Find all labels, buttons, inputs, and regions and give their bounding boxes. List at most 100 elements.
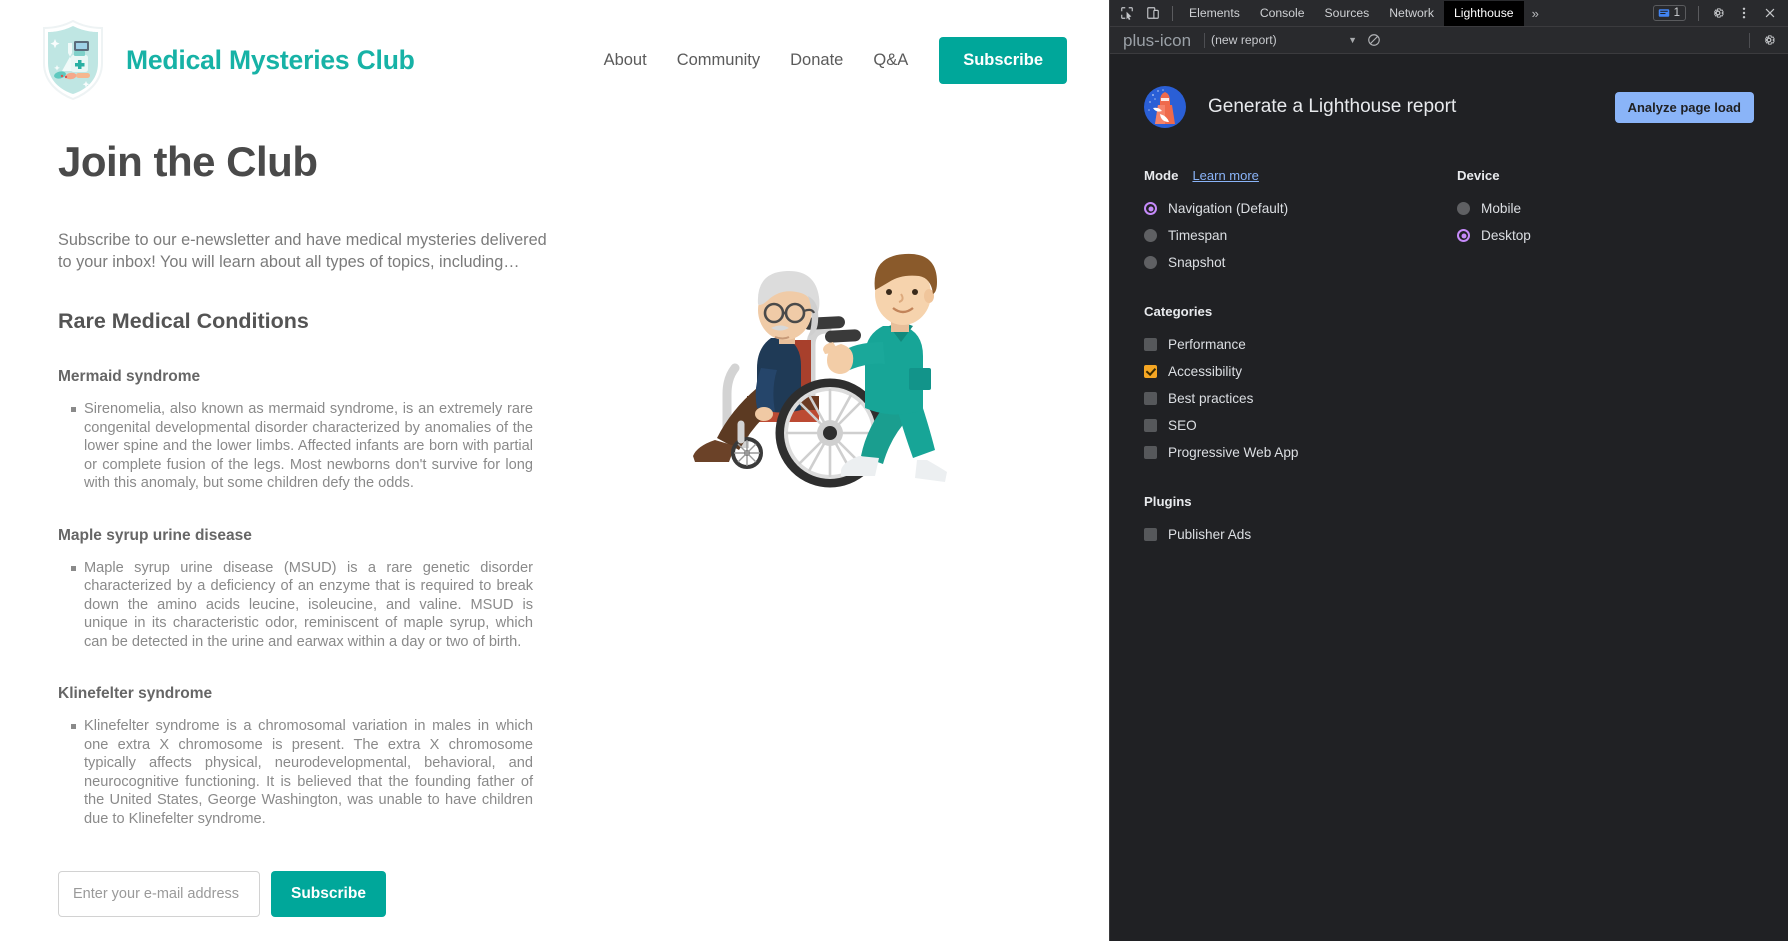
category-label: Best practices <box>1168 391 1254 406</box>
checkbox-icon[interactable] <box>1144 365 1157 378</box>
nurse-pushing-elderly-man-in-wheelchair-illustration <box>675 218 975 488</box>
categories-group: Categories Performance Accessibility Bes… <box>1144 304 1754 466</box>
subbar-divider-2 <box>1749 32 1750 48</box>
condition-title-2: Klinefelter syndrome <box>58 685 213 703</box>
clear-all-icon[interactable] <box>1359 33 1389 47</box>
categories-header: Categories <box>1144 304 1754 319</box>
email-input[interactable] <box>58 870 260 917</box>
category-label: SEO <box>1168 418 1197 433</box>
device-column: Device Mobile Desktop <box>1457 168 1754 276</box>
nav-link-community[interactable]: Community <box>662 51 775 70</box>
mode-option-label: Navigation (Default) <box>1168 201 1289 216</box>
kebab-menu-icon[interactable] <box>1731 1 1757 26</box>
page-title: Join the Club <box>58 138 318 185</box>
section-title: Rare Medical Conditions <box>58 309 309 333</box>
device-option-mobile[interactable]: Mobile <box>1457 195 1754 222</box>
list-item: Klinefelter syndrome is a chromosomal va… <box>71 717 533 828</box>
chevron-down-icon: ▼ <box>1348 35 1358 45</box>
category-label: Accessibility <box>1168 364 1243 379</box>
mode-option-label: Timespan <box>1168 228 1228 243</box>
list-item: Sirenomelia, also known as mermaid syndr… <box>71 400 533 493</box>
condition-list-1: Maple syrup urine disease (MSUD) is a ra… <box>58 559 578 652</box>
device-label: Device <box>1457 168 1500 183</box>
checkbox-icon[interactable] <box>1144 446 1157 459</box>
newsletter-form: Subscribe <box>58 870 578 917</box>
device-group-header: Device <box>1457 168 1754 183</box>
tab-sources[interactable]: Sources <box>1315 1 1380 26</box>
devtools-toolbar-right: 1 <box>1652 1 1788 26</box>
condition-title-0: Mermaid syndrome <box>58 368 201 385</box>
plus-icon[interactable]: plus-icon <box>1116 32 1198 49</box>
header-subscribe-button[interactable]: Subscribe <box>939 36 1067 84</box>
device-toolbar-icon[interactable] <box>1140 1 1166 26</box>
nav-link-donate[interactable]: Donate <box>775 51 858 70</box>
issues-counter-icon[interactable]: 1 <box>1652 5 1686 21</box>
mode-option-snapshot[interactable]: Snapshot <box>1144 249 1457 276</box>
more-tabs-icon[interactable]: » <box>1524 6 1547 21</box>
condition-list-0: Sirenomelia, also known as mermaid syndr… <box>58 400 578 493</box>
condition-list-2: Klinefelter syndrome is a chromosomal va… <box>58 717 578 828</box>
plugin-publisher-ads[interactable]: Publisher Ads <box>1144 521 1754 548</box>
lighthouse-start-view: Generate a Lighthouse report Analyze pag… <box>1110 54 1788 941</box>
web-page: Medical Mysteries Club About Community D… <box>0 0 1109 941</box>
site-header: Medical Mysteries Club About Community D… <box>0 0 1109 108</box>
main-navigation: About Community Donate Q&A Subscribe <box>589 36 1081 84</box>
tab-console[interactable]: Console <box>1250 1 1315 26</box>
nav-link-about[interactable]: About <box>589 51 662 70</box>
checkbox-icon[interactable] <box>1144 419 1157 432</box>
gear-icon[interactable] <box>1705 1 1731 26</box>
category-label: Performance <box>1168 337 1246 352</box>
report-select[interactable]: (new report) ▼ <box>1211 33 1359 47</box>
radio-icon[interactable] <box>1144 256 1157 269</box>
mode-option-timespan[interactable]: Timespan <box>1144 222 1457 249</box>
category-label: Progressive Web App <box>1168 445 1299 460</box>
radio-icon[interactable] <box>1457 229 1470 242</box>
learn-more-link[interactable]: Learn more <box>1192 168 1258 183</box>
illustration-column <box>578 108 1071 941</box>
medical-shield-logo <box>38 19 108 101</box>
intro-paragraph: Subscribe to our e-newsletter and have m… <box>58 231 547 271</box>
tab-network[interactable]: Network <box>1379 1 1444 26</box>
list-item: Maple syrup urine disease (MSUD) is a ra… <box>71 559 533 652</box>
condition-title-1: Maple syrup urine disease <box>58 526 252 544</box>
category-accessibility[interactable]: Accessibility <box>1144 358 1754 385</box>
lighthouse-options: Mode Learn more Navigation (Default) Tim… <box>1144 168 1754 276</box>
lighthouse-title: Generate a Lighthouse report <box>1208 96 1457 117</box>
category-performance[interactable]: Performance <box>1144 331 1754 358</box>
plugins-header: Plugins <box>1144 494 1754 509</box>
plugin-label: Publisher Ads <box>1168 527 1252 542</box>
analyze-page-load-button[interactable]: Analyze page load <box>1614 91 1754 123</box>
brand-title: Medical Mysteries Club <box>126 44 415 75</box>
inspect-element-icon[interactable] <box>1114 1 1140 26</box>
devtools-panel: Elements Console Sources Network Lightho… <box>1109 0 1788 941</box>
report-select-value: (new report) <box>1211 33 1277 47</box>
toolbar-divider-2 <box>1698 5 1699 21</box>
lighthouse-logo <box>1144 86 1186 128</box>
subbar-divider <box>1204 32 1206 48</box>
devtools-tabbar: Elements Console Sources Network Lightho… <box>1110 0 1788 27</box>
radio-icon[interactable] <box>1457 202 1470 215</box>
device-option-label: Desktop <box>1481 228 1531 243</box>
device-option-label: Mobile <box>1481 201 1522 216</box>
category-best-practices[interactable]: Best practices <box>1144 385 1754 412</box>
toolbar-divider <box>1172 5 1173 21</box>
tab-elements[interactable]: Elements <box>1179 1 1250 26</box>
lighthouse-header: Generate a Lighthouse report Analyze pag… <box>1144 86 1754 128</box>
checkbox-icon[interactable] <box>1144 528 1157 541</box>
radio-icon[interactable] <box>1144 202 1157 215</box>
plugins-label: Plugins <box>1144 494 1192 509</box>
checkbox-icon[interactable] <box>1144 392 1157 405</box>
device-option-desktop[interactable]: Desktop <box>1457 222 1754 249</box>
tab-lighthouse[interactable]: Lighthouse <box>1443 0 1524 26</box>
category-seo[interactable]: SEO <box>1144 412 1754 439</box>
category-pwa[interactable]: Progressive Web App <box>1144 439 1754 466</box>
plugins-group: Plugins Publisher Ads <box>1144 494 1754 548</box>
gear-icon[interactable] <box>1756 28 1782 53</box>
radio-icon[interactable] <box>1144 229 1157 242</box>
content-column: Join the Club Subscribe to our e-newslet… <box>38 108 578 941</box>
form-subscribe-button[interactable]: Subscribe <box>271 870 386 917</box>
nav-link-qa[interactable]: Q&A <box>858 51 923 70</box>
mode-option-navigation[interactable]: Navigation (Default) <box>1144 195 1457 222</box>
checkbox-icon[interactable] <box>1144 338 1157 351</box>
close-icon[interactable] <box>1757 1 1783 26</box>
